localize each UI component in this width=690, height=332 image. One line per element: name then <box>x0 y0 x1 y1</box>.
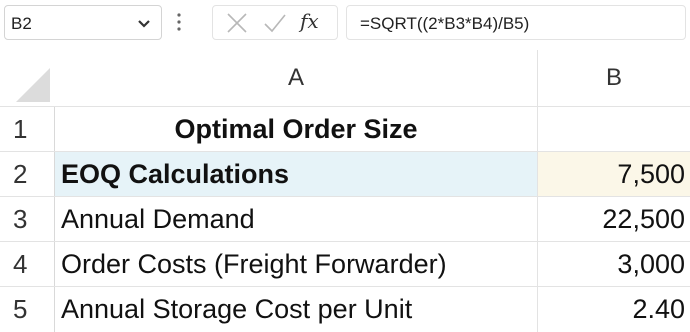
spreadsheet-grid: A B 1 Optimal Order Size 2 EOQ Calculati… <box>0 48 690 332</box>
row-header[interactable]: 5 <box>0 287 55 332</box>
formula-text: =SQRT((2*B3*B4)/B5) <box>360 14 530 33</box>
drag-handle-icon[interactable] <box>176 11 182 33</box>
name-box[interactable]: B2 <box>4 5 162 40</box>
formula-bar: B2 fx =SQRT((2*B3*B4)/B5) <box>0 0 690 48</box>
cell-a2[interactable]: EOQ Calculations <box>55 152 538 197</box>
select-all-corner[interactable] <box>0 50 55 106</box>
cell-b1[interactable] <box>538 107 690 152</box>
row-header[interactable]: 4 <box>0 242 55 287</box>
name-box-value: B2 <box>11 14 32 33</box>
select-all-triangle-icon <box>16 68 50 102</box>
formula-input[interactable]: =SQRT((2*B3*B4)/B5) <box>346 5 686 40</box>
cell-a5[interactable]: Annual Storage Cost per Unit <box>55 287 538 332</box>
row-header[interactable]: 2 <box>0 152 55 197</box>
chevron-down-icon[interactable] <box>137 19 151 29</box>
column-header-b[interactable]: B <box>538 50 690 106</box>
cell-b4[interactable]: 3,000 <box>538 242 690 287</box>
checkmark-icon[interactable] <box>263 12 287 34</box>
cell-a3[interactable]: Annual Demand <box>55 197 538 242</box>
table-row: 2 EOQ Calculations 7,500 <box>0 151 690 197</box>
insert-function-button[interactable]: fx <box>300 9 334 33</box>
cell-b3[interactable]: 22,500 <box>538 197 690 242</box>
cell-a4[interactable]: Order Costs (Freight Forwarder) <box>55 242 538 287</box>
cancel-icon[interactable] <box>226 12 248 34</box>
cell-b5[interactable]: 2.40 <box>538 287 690 332</box>
cell-b2-selected[interactable]: 7,500 <box>538 152 690 197</box>
table-row: 4 Order Costs (Freight Forwarder) 3,000 <box>0 241 690 287</box>
row-header[interactable]: 3 <box>0 197 55 242</box>
table-row: 5 Annual Storage Cost per Unit 2.40 <box>0 286 690 332</box>
cell-a1[interactable]: Optimal Order Size <box>55 107 538 152</box>
row-header[interactable]: 1 <box>0 107 55 152</box>
formula-bar-buttons: fx <box>212 5 338 40</box>
column-header-a[interactable]: A <box>55 50 538 106</box>
table-row: 1 Optimal Order Size <box>0 106 690 152</box>
table-row: 3 Annual Demand 22,500 <box>0 196 690 242</box>
